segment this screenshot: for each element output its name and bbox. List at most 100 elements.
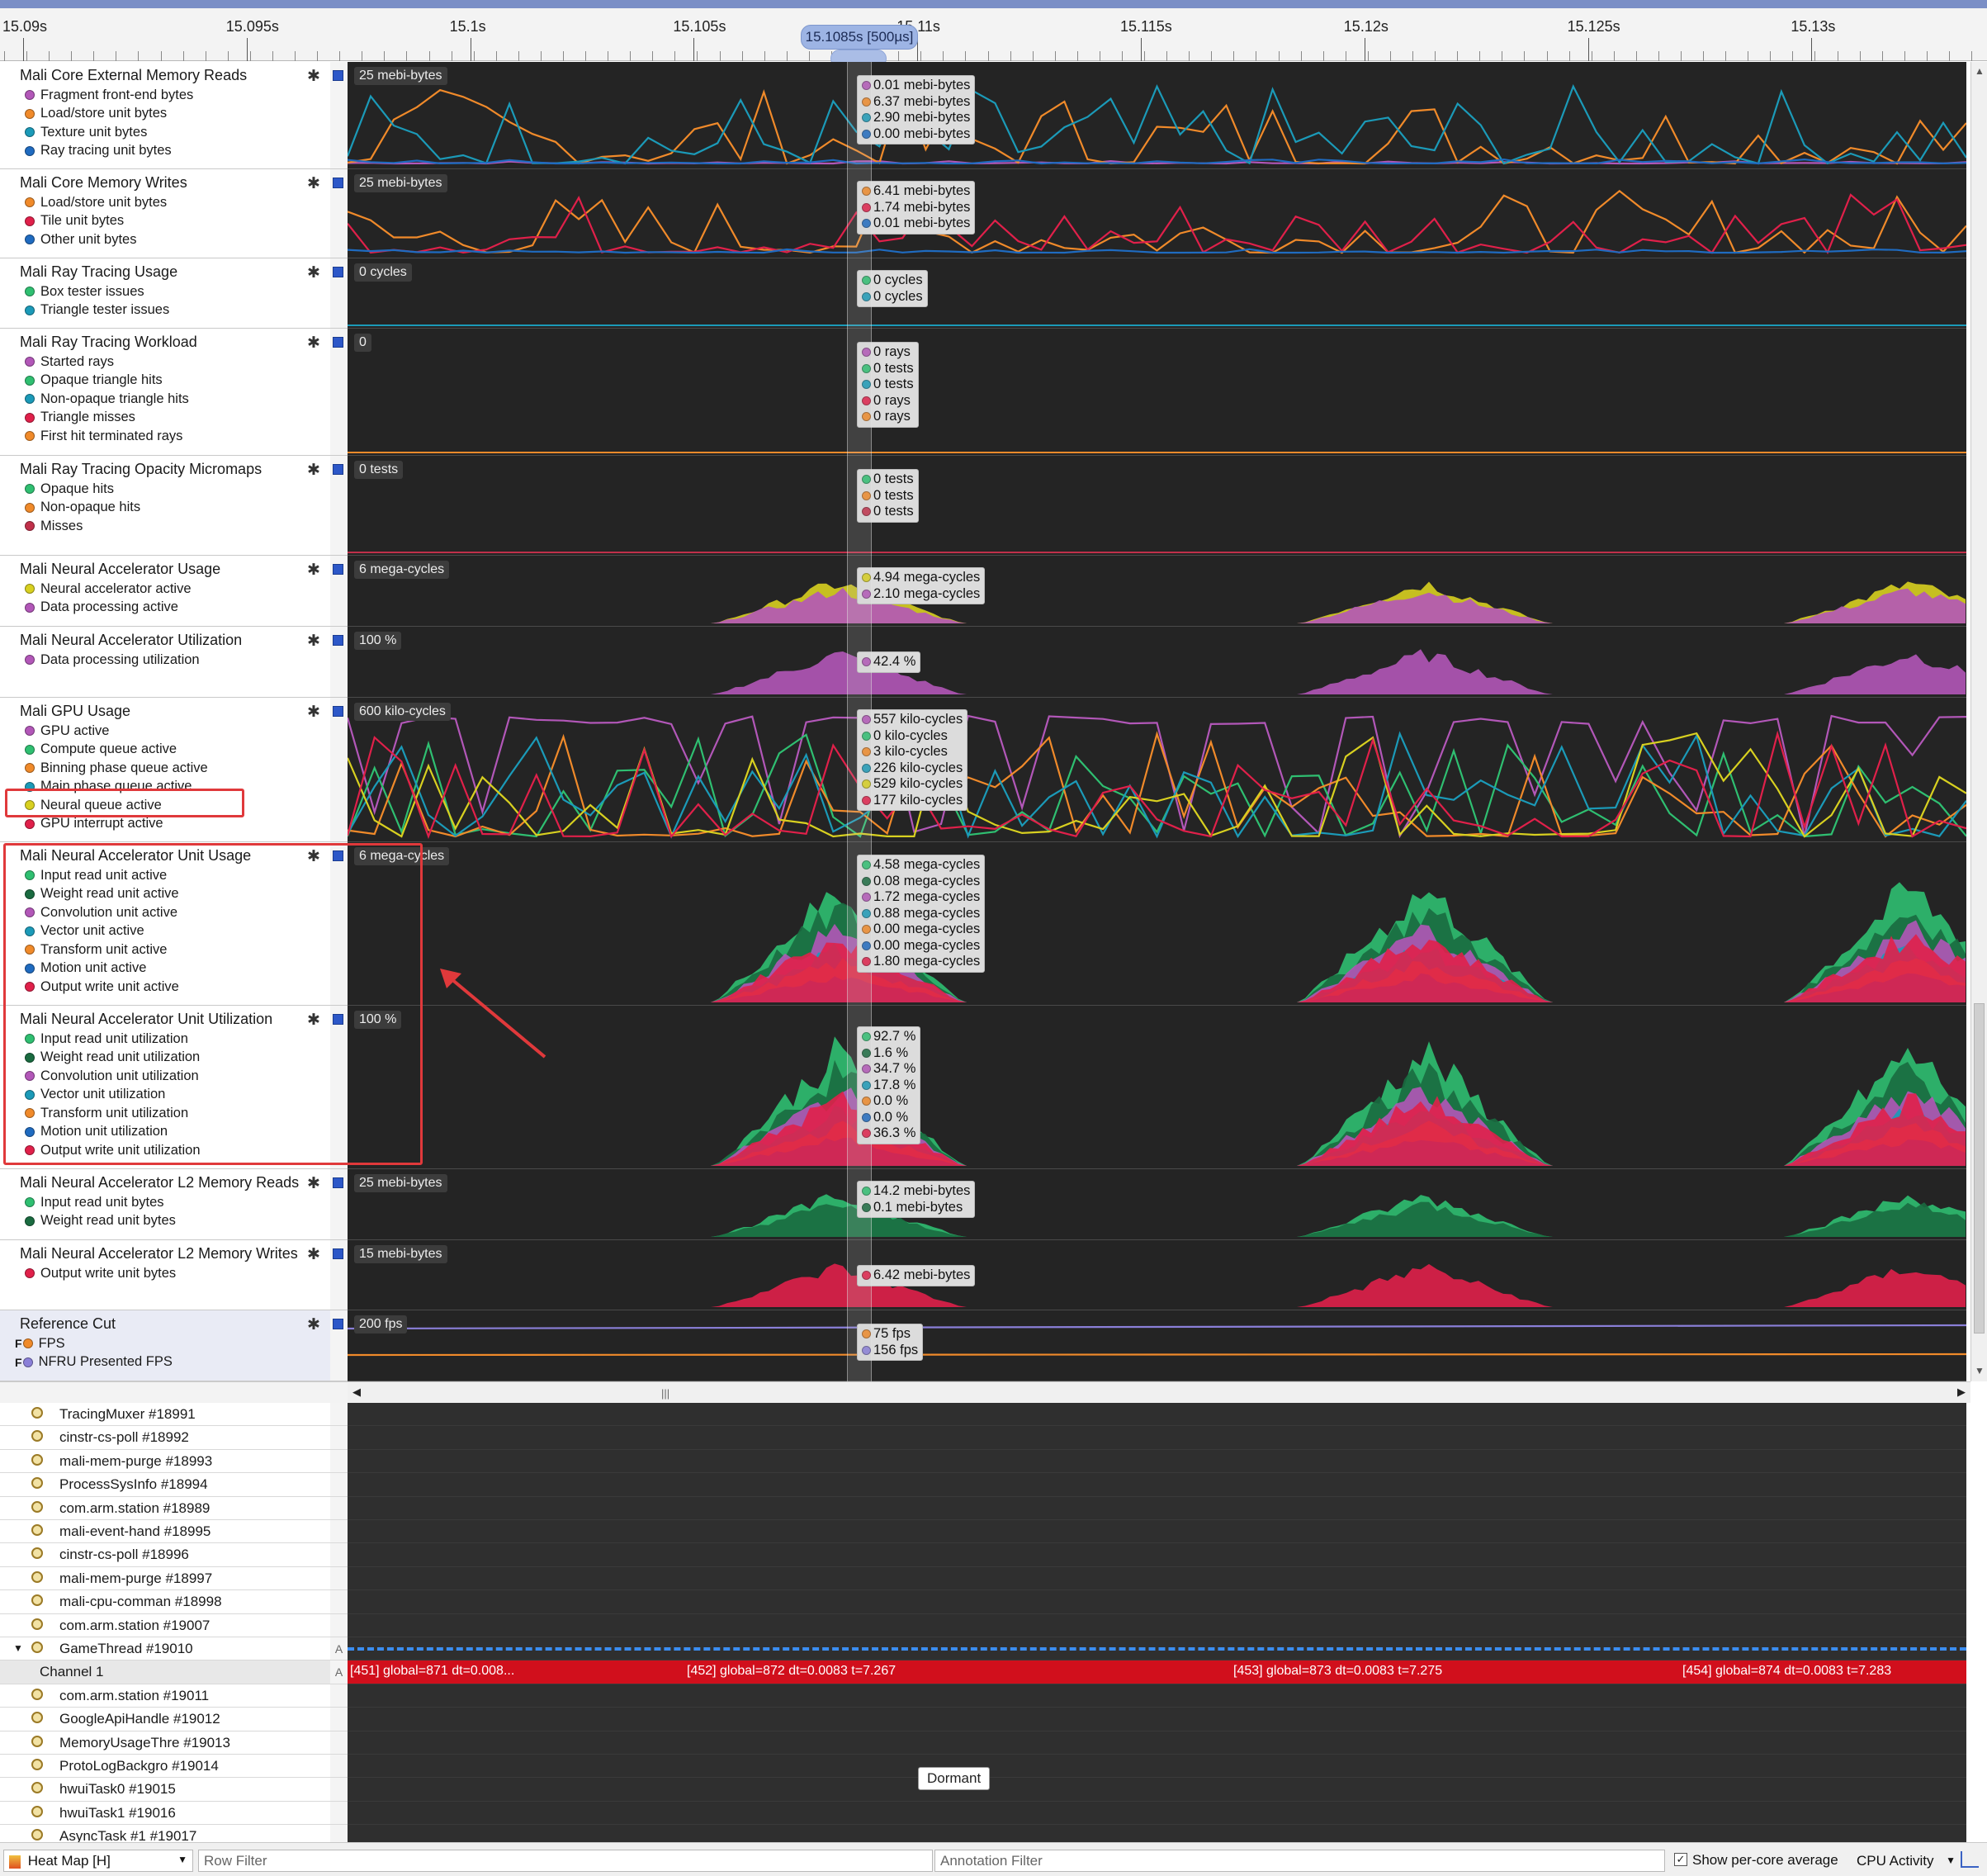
series-legend-item[interactable]: Other unit bytes [25,230,167,249]
counter-plot[interactable]: 100 % [348,627,1966,698]
counter-row[interactable]: Mali Ray Tracing Usage ✱ Box tester issues… [0,258,1970,329]
gear-icon[interactable]: ✱ [307,461,320,480]
gear-icon[interactable]: ✱ [307,174,320,193]
series-legend-item[interactable]: F NFRU Presented FPS [15,1353,173,1372]
series-legend-item[interactable]: Input read unit utilization [25,1030,201,1049]
series-toggle-icon[interactable] [333,635,343,646]
series-legend-item[interactable]: Opaque hits [25,480,140,499]
series-legend-item[interactable]: Tile unit bytes [25,212,167,231]
thread-row[interactable]: hwuiTask1 #19016 [0,1801,1970,1826]
counter-plot[interactable]: 200 fps [348,1310,1966,1381]
thread-row[interactable]: mali-mem-purge #18993 [0,1449,1970,1474]
series-legend-item[interactable]: Weight read unit utilization [25,1049,201,1068]
series-legend-item[interactable]: Load/store unit bytes [25,105,193,124]
cursor-time-label[interactable]: 15.1085s [500µs] [801,25,918,50]
series-toggle-icon[interactable] [333,706,343,717]
thread-timeline[interactable] [348,1637,1966,1661]
gear-icon[interactable]: ✱ [307,334,320,353]
counter-plot[interactable]: 0 cycles [348,258,1966,329]
series-legend-item[interactable]: Vector unit utilization [25,1086,201,1105]
chart-icon[interactable] [1961,1851,1979,1868]
series-legend-item[interactable]: Load/store unit bytes [25,193,167,212]
series-legend-item[interactable]: Data processing utilization [25,651,200,670]
scroll-right-arrow[interactable]: ▶ [1957,1386,1966,1399]
thread-row[interactable]: com.arm.station #19007 [0,1613,1970,1637]
scroll-thumb[interactable] [1974,1003,1985,1334]
thread-timeline[interactable] [348,1543,1966,1567]
series-legend-item[interactable]: First hit terminated rays [25,427,189,446]
thread-timeline[interactable] [348,1473,1966,1497]
annotation-filter-input[interactable]: Annotation Filter [934,1850,1665,1872]
counter-plot[interactable]: 0 tests [348,456,1966,556]
series-legend-item[interactable]: Binning phase queue active [25,759,208,778]
series-toggle-icon[interactable] [333,70,343,81]
gear-icon[interactable]: ✱ [307,1315,320,1334]
thread-timeline[interactable] [348,1449,1966,1474]
series-toggle-icon[interactable] [333,1319,343,1329]
counter-plot[interactable]: 100 % [348,1006,1966,1169]
counter-row[interactable]: Mali GPU Usage ✱ GPU active Compute queue a… [0,698,1970,842]
thread-row[interactable]: mali-event-hand #18995 [0,1520,1970,1544]
gear-icon[interactable]: ✱ [307,847,320,866]
gear-icon[interactable]: ✱ [307,67,320,86]
counter-row[interactable]: Mali Core External Memory Reads ✱ Fragment… [0,62,1970,169]
gear-icon[interactable]: ✱ [307,1174,320,1193]
series-legend-item[interactable]: Non-opaque hits [25,499,140,518]
series-toggle-icon[interactable] [333,464,343,475]
series-legend-item[interactable]: Output write unit utilization [25,1141,201,1160]
series-legend-item[interactable]: Texture unit bytes [25,123,193,142]
per-core-average-checkbox[interactable]: ✓ [1674,1853,1687,1866]
counter-row[interactable]: Mali Neural Accelerator L2 Memory Writes… [0,1240,1970,1310]
series-legend-item[interactable]: Output write unit bytes [25,1264,176,1283]
thread-timeline[interactable] [348,1778,1966,1802]
thread-timeline[interactable] [348,1590,1966,1614]
series-legend-item[interactable]: Box tester issues [25,282,169,301]
gear-icon[interactable]: ✱ [307,1245,320,1264]
gear-icon[interactable]: ✱ [307,263,320,282]
series-legend-item[interactable]: Started rays [25,353,189,372]
series-legend-item[interactable]: Compute queue active [25,741,208,760]
series-legend-item[interactable]: Weight read unit bytes [25,1212,176,1231]
thread-timeline[interactable] [348,1801,1966,1826]
channel-annotation[interactable]: [451] global=871 dt=0.008... [350,1664,514,1679]
counter-row[interactable]: Mali Neural Accelerator Unit Usage ✱ Input… [0,842,1970,1006]
counter-row[interactable]: Reference Cut ✱ F FPS F NFRU Presented FPS 200… [0,1310,1970,1381]
thread-row[interactable]: mali-cpu-comman #18998 [0,1590,1970,1614]
series-legend-item[interactable]: GPU active [25,722,208,741]
thread-timeline[interactable] [348,1755,1966,1779]
counter-plot[interactable]: 25 mebi-bytes [348,169,1966,258]
series-legend-item[interactable]: Convolution unit utilization [25,1067,201,1086]
horizontal-scrollbar[interactable]: ◀ ||| ▶ [348,1381,1970,1403]
series-legend-item[interactable]: Triangle tester issues [25,301,169,320]
series-legend-item[interactable]: Neural accelerator active [25,580,192,599]
heatmap-dropdown[interactable]: Heat Map [H] ▼ [3,1850,193,1872]
counter-row[interactable]: Mali Neural Accelerator L2 Memory Reads ✱… [0,1169,1970,1240]
counter-plot[interactable]: 0 [348,329,1966,456]
scroll-left-arrow[interactable]: ◀ [352,1386,361,1399]
series-legend-item[interactable]: GPU interrupt active [25,815,208,834]
series-legend-item[interactable]: Vector unit active [25,922,179,941]
series-toggle-icon[interactable] [333,178,343,188]
thread-row[interactable]: ▼ GameThread #19010 A [0,1637,1970,1661]
thread-row[interactable]: com.arm.station #18989 [0,1496,1970,1520]
time-ruler[interactable]: 15.09s 15.095s 15.1s 15.105s 15.11s 15.115s 15… [0,8,1987,68]
series-toggle-icon[interactable] [333,564,343,575]
hscroll-grip[interactable]: ||| [661,1387,669,1400]
series-legend-item[interactable]: Weight read unit active [25,885,179,904]
counter-row[interactable]: Mali Neural Accelerator Usage ✱ Neural acc… [0,556,1970,627]
counter-row[interactable]: Mali Ray Tracing Workload ✱ Started rays Op… [0,329,1970,456]
thread-row[interactable]: MemoryUsageThre #19013 [0,1731,1970,1755]
series-toggle-icon[interactable] [333,1014,343,1025]
series-legend-item[interactable]: Neural queue active [25,796,208,815]
thread-timeline[interactable] [348,1426,1966,1450]
series-toggle-icon[interactable] [333,1177,343,1188]
counter-plot[interactable]: 15 mebi-bytes [348,1240,1966,1310]
gear-icon[interactable]: ✱ [307,703,320,722]
splitter-handle[interactable] [0,1381,348,1403]
counter-plot[interactable]: 6 mega-cycles [348,842,1966,1006]
row-filter-input[interactable]: Row Filter [198,1850,933,1872]
counter-plot[interactable]: 25 mebi-bytes [348,62,1966,169]
series-toggle-icon[interactable] [333,850,343,861]
series-legend-item[interactable]: F FPS [15,1334,173,1353]
thread-row[interactable]: GoogleApiHandle #19012 [0,1708,1970,1732]
